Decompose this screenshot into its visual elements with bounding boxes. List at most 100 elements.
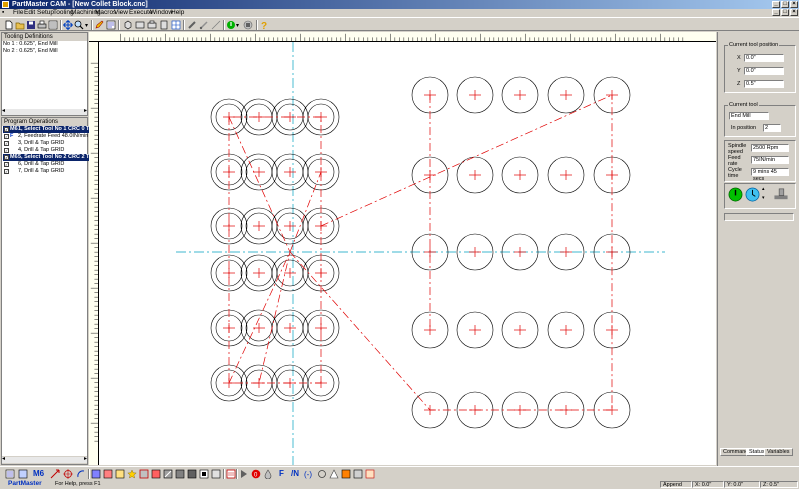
operation-row[interactable]: ✓ 7, Drill & Tap GRID xyxy=(3,168,100,175)
open-folder-icon[interactable] xyxy=(15,20,25,30)
app-icon xyxy=(2,1,9,8)
pocket-icon[interactable] xyxy=(103,469,113,479)
operation-row[interactable]: ✓ 4, Drill & Tap GRID xyxy=(3,147,100,154)
operation-row[interactable]: ✓ M6 1, Select Tool No 1 CRC 0 TLC xyxy=(3,126,100,133)
tab-variables[interactable]: Variables xyxy=(764,448,793,456)
thread-icon[interactable] xyxy=(187,469,197,479)
listing-view-icon[interactable] xyxy=(226,469,236,479)
coolant-icon[interactable] xyxy=(263,469,273,479)
spin-down-icon[interactable]: ▾ xyxy=(762,195,765,201)
operation-label: 2, Feedrate Feed 48.0IN/min xyxy=(18,133,89,139)
slot-icon[interactable] xyxy=(163,469,173,479)
maximize-button[interactable]: □ xyxy=(781,1,789,8)
view-front-icon[interactable] xyxy=(147,20,157,30)
zoom-icon[interactable] xyxy=(74,20,84,30)
simulate-path-icon[interactable] xyxy=(199,20,209,30)
new-file-icon[interactable] xyxy=(4,20,14,30)
operations-hscrollbar[interactable]: ◂ ▸ xyxy=(2,456,87,463)
tool-position-group: Current tool position X 0.0" Y 0.0" Z 0.… xyxy=(724,42,796,93)
run-icon[interactable] xyxy=(226,20,236,30)
tool-def-icon[interactable] xyxy=(18,469,28,479)
minimize-button[interactable]: _ xyxy=(772,1,780,8)
arc-icon[interactable] xyxy=(76,469,86,479)
vertical-ruler xyxy=(89,42,99,465)
view-3d-icon[interactable] xyxy=(123,20,133,30)
menu-help[interactable]: Help xyxy=(169,9,186,17)
face-mill-icon[interactable] xyxy=(139,469,149,479)
operation-checkbox[interactable]: ✓ xyxy=(4,162,9,167)
end-program-icon[interactable] xyxy=(365,469,375,479)
engrave-icon[interactable] xyxy=(175,469,185,479)
operation-row[interactable]: ✓ 6, Drill & Tap GRID xyxy=(3,161,100,168)
operation-row[interactable]: ✓ M6 5, Select Tool No 2 CRC 2 TLC xyxy=(3,154,100,161)
properties-icon[interactable] xyxy=(48,20,58,30)
pencil-icon[interactable] xyxy=(94,20,104,30)
grid-icon[interactable] xyxy=(171,20,181,30)
zoom-dropdown-icon[interactable]: ▾ xyxy=(85,22,88,29)
dwell-icon[interactable] xyxy=(239,469,249,479)
line-tool-icon[interactable] xyxy=(211,20,221,30)
operation-tag: F xyxy=(10,133,14,139)
drawing-canvas[interactable] xyxy=(99,42,716,465)
close-button[interactable]: × xyxy=(790,1,798,8)
title-bar: PartMaster CAM - [New Collet Block.cnc] … xyxy=(0,0,799,9)
stop-program-icon[interactable]: 0 xyxy=(251,469,261,479)
bottom-toolbar: M6 0 F /N (-) xyxy=(0,466,799,480)
bore-icon[interactable] xyxy=(199,469,209,479)
window-title: PartMaster CAM - [New Collet Block.cnc] xyxy=(12,1,148,8)
listing-icon[interactable] xyxy=(106,20,116,30)
spin-up-icon[interactable]: ▴ xyxy=(762,186,765,192)
contour-icon[interactable] xyxy=(115,469,125,479)
operation-checkbox[interactable]: ✓ xyxy=(4,127,9,132)
doc-restore-button[interactable]: □ xyxy=(781,9,789,16)
feedrate-f-button[interactable]: F xyxy=(279,469,284,478)
tooling-item[interactable]: No 2 : 0.625", End Mill xyxy=(3,48,58,55)
operation-row[interactable]: ✓ F 2, Feedrate Feed 48.0IN/min xyxy=(3,133,100,140)
operation-checkbox[interactable]: ✓ xyxy=(4,134,9,139)
clock-icon[interactable] xyxy=(745,187,760,202)
operation-checkbox[interactable]: ✓ xyxy=(4,155,9,160)
view-top-icon[interactable] xyxy=(135,20,145,30)
subroutine-icon[interactable] xyxy=(353,469,363,479)
save-icon[interactable] xyxy=(26,20,36,30)
macro-call-icon[interactable]: (-) xyxy=(304,469,314,479)
stop-icon[interactable] xyxy=(243,20,253,30)
linear-cut-icon[interactable] xyxy=(91,469,101,479)
tooling-panel: Tooling Definitions No 1 : 0.625", End M… xyxy=(1,32,88,116)
current-tool-group: Current tool End Mill In position 2 xyxy=(724,102,796,137)
operation-row[interactable]: ✓ 3, Drill & Tap GRID xyxy=(3,140,100,147)
tooling-item[interactable]: No 1 : 0.625", End Mill xyxy=(3,41,58,48)
operation-checkbox[interactable]: ✓ xyxy=(4,169,9,174)
probe-icon[interactable] xyxy=(211,469,221,479)
rapid-move-icon[interactable] xyxy=(50,469,60,479)
tool-position-legend: Current tool position xyxy=(728,42,780,48)
machine-icon[interactable] xyxy=(772,187,790,202)
doc-close-button[interactable]: × xyxy=(790,9,798,16)
print-icon[interactable] xyxy=(37,20,47,30)
power-icon[interactable] xyxy=(728,187,743,202)
tool-change-m6-button[interactable]: M6 xyxy=(33,469,44,478)
program-icon[interactable] xyxy=(5,469,15,479)
simulate-tool-icon[interactable] xyxy=(187,20,197,30)
drill-icon[interactable] xyxy=(63,469,73,479)
warning-icon[interactable] xyxy=(329,469,339,479)
main-toolbar: ▾ ▾ ? xyxy=(0,17,799,31)
view-side-icon[interactable] xyxy=(159,20,169,30)
variable-icon[interactable] xyxy=(341,469,351,479)
star-icon[interactable] xyxy=(127,469,137,479)
pan-icon[interactable] xyxy=(63,20,73,30)
block-delete-button[interactable]: /N xyxy=(291,469,299,478)
tooling-hscrollbar[interactable]: ◂ ▸ xyxy=(2,108,87,115)
status-z: Z: 0.5" xyxy=(760,481,798,488)
operation-checkbox[interactable]: ✓ xyxy=(4,141,9,146)
help-icon[interactable]: ? xyxy=(259,20,269,30)
operation-label: 5, Select Tool No 2 CRC 2 TLC xyxy=(18,154,97,160)
svg-text:(-): (-) xyxy=(304,470,312,479)
operation-checkbox[interactable]: ✓ xyxy=(4,148,9,153)
status-x: X: 0.0" xyxy=(692,481,724,488)
doc-minimize-button[interactable]: _ xyxy=(772,9,780,16)
run-dropdown-icon[interactable]: ▾ xyxy=(236,22,239,29)
loop-icon[interactable] xyxy=(317,469,327,479)
grid-drill-icon[interactable] xyxy=(151,469,161,479)
operation-label: 7, Drill & Tap GRID xyxy=(18,168,65,174)
